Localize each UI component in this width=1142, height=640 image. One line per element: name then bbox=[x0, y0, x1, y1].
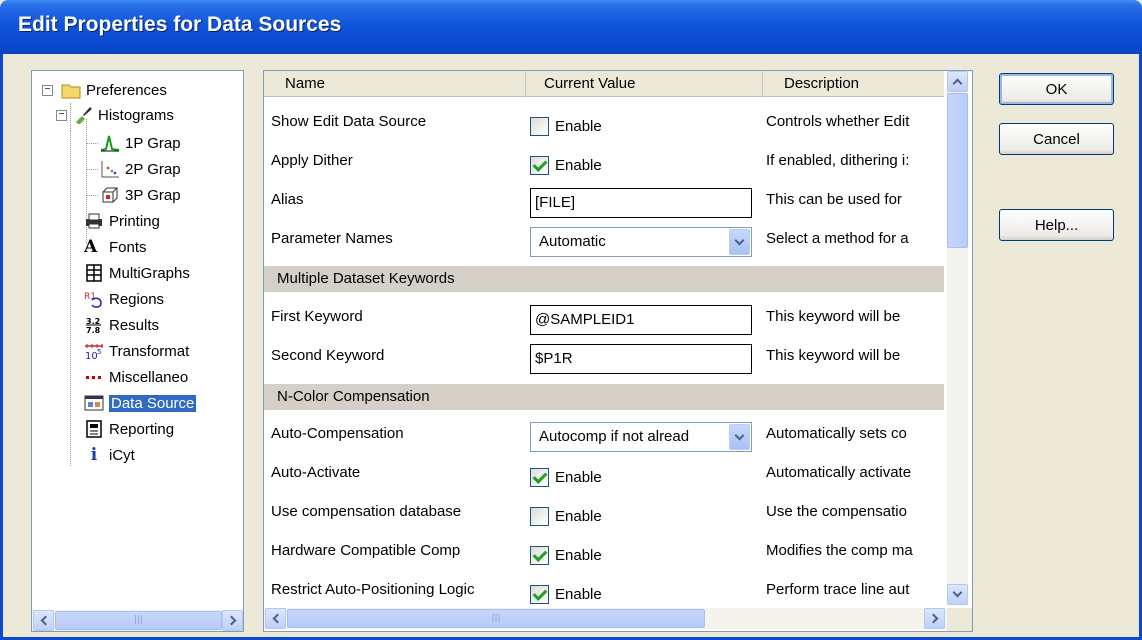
column-header-description[interactable]: Description bbox=[763, 71, 944, 97]
enable-checkbox[interactable] bbox=[530, 584, 549, 604]
svg-text:R1: R1 bbox=[84, 292, 96, 302]
transform-icon: 10 5 bbox=[84, 342, 104, 362]
cube-3p-icon bbox=[100, 186, 120, 204]
first-keyword-input[interactable]: @SAMPLEID1 bbox=[530, 305, 752, 335]
window-title: Edit Properties for Data Sources bbox=[18, 13, 342, 36]
tree-item-preferences[interactable]: − Preferences bbox=[42, 78, 167, 102]
dotplot-2p-icon bbox=[100, 160, 120, 178]
tree-item-reporting[interactable]: Reporting bbox=[84, 417, 174, 441]
grid-scroll-down-button[interactable] bbox=[947, 584, 968, 605]
enable-checkbox[interactable] bbox=[530, 506, 549, 526]
grid-scroll-left-button[interactable] bbox=[265, 608, 286, 629]
tree-hscroll-thumb[interactable]: ||| bbox=[55, 611, 222, 630]
second-keyword-input[interactable]: $P1R bbox=[530, 344, 752, 374]
report-icon bbox=[84, 420, 104, 438]
tree-scroll-right-button[interactable] bbox=[222, 610, 243, 631]
enable-checkbox[interactable] bbox=[530, 545, 549, 565]
grid-vscroll-thumb[interactable] bbox=[947, 93, 968, 248]
svg-text:5: 5 bbox=[97, 348, 101, 356]
tree-item-1p-graph[interactable]: 1P Grap bbox=[100, 131, 181, 155]
regions-icon: R1 bbox=[84, 290, 104, 308]
results-icon: 3.2 7.8 bbox=[84, 316, 104, 335]
table-row[interactable]: Auto-Activate Enable Automatically activ… bbox=[264, 462, 944, 501]
table-row[interactable]: Hardware Compatible Comp Enable Modifies… bbox=[264, 540, 944, 579]
tree-item-transformations[interactable]: 10 5 Transformat bbox=[84, 339, 189, 363]
table-row[interactable]: Apply Dither Enable If enabled, ditherin… bbox=[264, 150, 944, 189]
table-row[interactable]: First Keyword @SAMPLEID1 This keyword wi… bbox=[264, 305, 944, 345]
enable-checkbox[interactable] bbox=[530, 116, 549, 136]
svg-text:7.8: 7.8 bbox=[86, 326, 101, 334]
tree-item-data-sources[interactable]: Data Source bbox=[84, 391, 197, 415]
preferences-tree[interactable]: − Preferences − Histograms 1P Grap 2P Gr… bbox=[31, 70, 244, 632]
grid-scroll-up-button[interactable] bbox=[947, 71, 968, 92]
help-button[interactable]: Help... bbox=[999, 209, 1114, 241]
table-row[interactable]: Alias [FILE] This can be used for bbox=[264, 188, 944, 228]
info-icon: i bbox=[90, 445, 98, 465]
enable-checkbox[interactable] bbox=[530, 467, 549, 487]
table-row[interactable]: Parameter Names Automatic Select a metho… bbox=[264, 227, 944, 267]
auto-compensation-select[interactable]: Autocomp if not alread bbox=[530, 422, 752, 452]
chevron-down-icon[interactable] bbox=[729, 424, 750, 450]
collapse-icon[interactable]: − bbox=[42, 84, 53, 96]
datasource-icon bbox=[84, 394, 104, 412]
tree-item-2p-graph[interactable]: 2P Grap bbox=[100, 157, 181, 181]
grid-header: Name Current Value Description bbox=[264, 71, 944, 97]
tree-item-icyt[interactable]: i iCyt bbox=[84, 443, 135, 467]
brush-icon bbox=[73, 106, 93, 125]
tree-scroll-left-button[interactable] bbox=[33, 610, 54, 631]
tree-item-fonts[interactable]: A Fonts bbox=[84, 235, 147, 259]
tree-item-3p-graph[interactable]: 3P Grap bbox=[100, 183, 181, 207]
column-header-name[interactable]: Name bbox=[264, 71, 526, 97]
cancel-button[interactable]: Cancel bbox=[999, 123, 1114, 155]
scroll-corner bbox=[947, 608, 972, 631]
table-row[interactable]: Show Edit Data Source Enable Controls wh… bbox=[264, 111, 944, 150]
grid-hscroll-thumb[interactable]: ||| bbox=[287, 609, 705, 628]
section-header: Multiple Dataset Keywords bbox=[264, 266, 944, 292]
svg-text:10: 10 bbox=[85, 351, 98, 360]
property-grid[interactable]: Name Current Value Description Show Edit… bbox=[263, 70, 973, 632]
font-icon: A bbox=[84, 237, 98, 257]
table-row[interactable]: Use compensation database Enable Use the… bbox=[264, 501, 944, 540]
chevron-down-icon[interactable] bbox=[729, 229, 750, 255]
tree-item-histograms[interactable]: − Histograms bbox=[56, 103, 174, 127]
tree-item-results[interactable]: 3.2 7.8 Results bbox=[84, 313, 159, 337]
tree-item-multigraphs[interactable]: MultiGraphs bbox=[84, 261, 190, 285]
ok-button[interactable]: OK bbox=[999, 73, 1114, 105]
column-header-current-value[interactable]: Current Value bbox=[526, 71, 763, 97]
folder-icon bbox=[61, 81, 81, 99]
title-bar[interactable]: Edit Properties for Data Sources bbox=[0, 0, 1142, 54]
enable-checkbox[interactable] bbox=[530, 155, 549, 175]
table-row[interactable]: Auto-Compensation Autocomp if not alread… bbox=[264, 422, 944, 462]
alias-input[interactable]: [FILE] bbox=[530, 188, 752, 218]
tree-item-miscellaneous[interactable]: Miscellaneo bbox=[84, 365, 188, 389]
table-row[interactable]: Second Keyword $P1R This keyword will be bbox=[264, 344, 944, 384]
histogram-1p-icon bbox=[100, 134, 120, 152]
printer-icon bbox=[84, 212, 104, 230]
tree-item-regions[interactable]: R1 Regions bbox=[84, 287, 164, 311]
tree-item-printing[interactable]: Printing bbox=[84, 209, 160, 233]
grid-icon bbox=[84, 264, 104, 282]
dots-icon bbox=[84, 368, 104, 386]
collapse-icon[interactable]: − bbox=[56, 109, 67, 121]
dialog-window: Edit Properties for Data Sources − Prefe… bbox=[0, 0, 1142, 640]
section-header: N-Color Compensation bbox=[264, 384, 944, 410]
parameter-names-select[interactable]: Automatic bbox=[530, 227, 752, 257]
grid-scroll-right-button[interactable] bbox=[924, 608, 945, 629]
